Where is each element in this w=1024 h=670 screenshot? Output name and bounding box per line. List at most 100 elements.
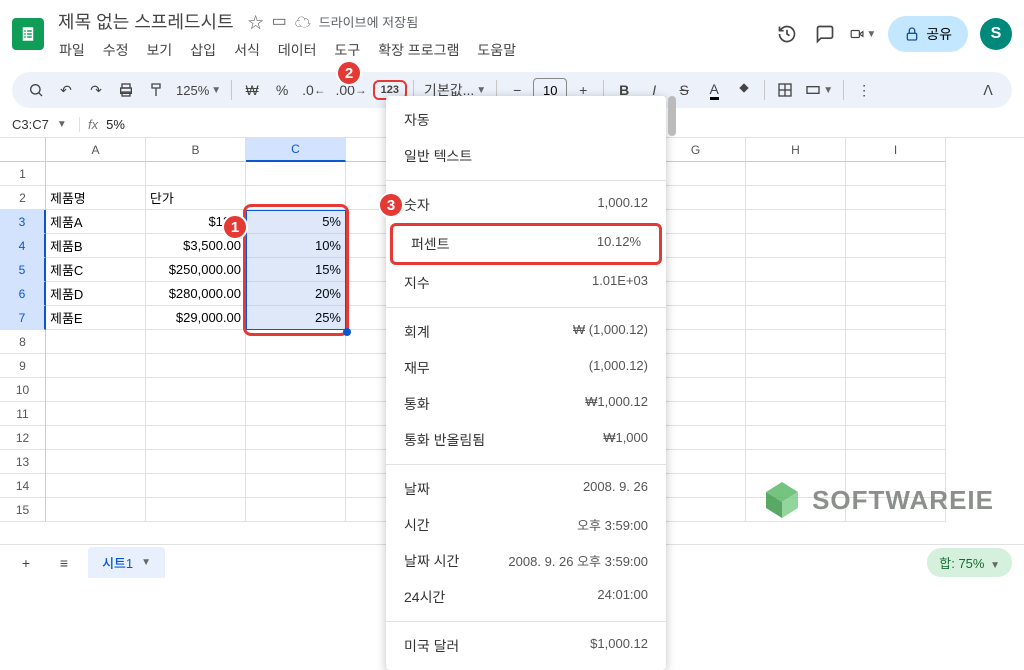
cell-A13[interactable] <box>46 450 146 474</box>
dropdown-scrollbar[interactable] <box>668 96 676 136</box>
cell-I8[interactable] <box>846 330 946 354</box>
col-header-C[interactable]: C <box>246 138 346 162</box>
move-icon[interactable]: ▭ <box>272 11 287 31</box>
decimal-decrease-button[interactable]: .0← <box>298 76 329 104</box>
search-icon[interactable] <box>22 76 50 104</box>
cell-B11[interactable] <box>146 402 246 426</box>
col-header-B[interactable]: B <box>146 138 246 162</box>
cell-B7[interactable]: $29,000.00 <box>146 306 246 330</box>
text-color-button[interactable]: A <box>700 76 728 104</box>
cell-I7[interactable] <box>846 306 946 330</box>
cell-H6[interactable] <box>746 282 846 306</box>
cell-I4[interactable] <box>846 234 946 258</box>
format-scientific[interactable]: 지수1.01E+03 <box>386 265 666 301</box>
cell-B2[interactable]: 단가 <box>146 186 246 210</box>
format-currency-rounded[interactable]: 통화 반올림됨₩1,000 <box>386 422 666 458</box>
cell-I1[interactable] <box>846 162 946 186</box>
meet-icon[interactable]: ▼ <box>850 21 876 47</box>
cell-C3[interactable]: 5% <box>246 210 346 234</box>
cell-C13[interactable] <box>246 450 346 474</box>
cell-H1[interactable] <box>746 162 846 186</box>
format-financial[interactable]: 재무(1,000.12) <box>386 350 666 386</box>
format-duration[interactable]: 24시간24:01:00 <box>386 579 666 615</box>
format-plain-text[interactable]: 일반 텍스트 <box>386 138 666 174</box>
cell-I13[interactable] <box>846 450 946 474</box>
cell-C7[interactable]: 25% <box>246 306 346 330</box>
format-currency[interactable]: 통화₩1,000.12 <box>386 386 666 422</box>
format-auto[interactable]: 자동 <box>386 102 666 138</box>
print-icon[interactable] <box>112 76 140 104</box>
row-header-3[interactable]: 3 <box>0 210 46 234</box>
cell-C1[interactable] <box>246 162 346 186</box>
cell-H11[interactable] <box>746 402 846 426</box>
collapse-toolbar-icon[interactable]: ᐱ <box>974 76 1002 104</box>
cell-B9[interactable] <box>146 354 246 378</box>
cell-H7[interactable] <box>746 306 846 330</box>
zoom-select[interactable]: 125%▼ <box>172 76 225 104</box>
cell-C9[interactable] <box>246 354 346 378</box>
row-header-15[interactable]: 15 <box>0 498 46 522</box>
cell-H8[interactable] <box>746 330 846 354</box>
doc-title[interactable]: 제목 없는 스프레드시트 <box>52 6 240 36</box>
cell-B10[interactable] <box>146 378 246 402</box>
row-header-1[interactable]: 1 <box>0 162 46 186</box>
cell-I2[interactable] <box>846 186 946 210</box>
cell-A12[interactable] <box>46 426 146 450</box>
cell-B15[interactable] <box>146 498 246 522</box>
fx-icon[interactable]: fx <box>88 117 98 132</box>
cell-B8[interactable] <box>146 330 246 354</box>
cell-H5[interactable] <box>746 258 846 282</box>
row-header-14[interactable]: 14 <box>0 474 46 498</box>
star-icon[interactable]: ☆ <box>248 9 264 33</box>
menu-edit[interactable]: 수정 <box>96 38 136 62</box>
share-button[interactable]: 공유 <box>888 16 968 52</box>
format-datetime[interactable]: 날짜 시간2008. 9. 26 오후 3:59:00 <box>386 543 666 579</box>
cell-C11[interactable] <box>246 402 346 426</box>
row-header-6[interactable]: 6 <box>0 282 46 306</box>
menu-view[interactable]: 보기 <box>140 38 180 62</box>
cell-C2[interactable] <box>246 186 346 210</box>
cell-H3[interactable] <box>746 210 846 234</box>
menu-tools[interactable]: 도구 <box>327 38 367 62</box>
cell-H13[interactable] <box>746 450 846 474</box>
row-header-2[interactable]: 2 <box>0 186 46 210</box>
cell-I10[interactable] <box>846 378 946 402</box>
cloud-icon[interactable]: ☁ <box>295 9 311 33</box>
format-accounting[interactable]: 회계₩ (1,000.12) <box>386 314 666 350</box>
cell-A15[interactable] <box>46 498 146 522</box>
cell-C10[interactable] <box>246 378 346 402</box>
cell-A11[interactable] <box>46 402 146 426</box>
cell-B6[interactable]: $280,000.00 <box>146 282 246 306</box>
cell-C5[interactable]: 15% <box>246 258 346 282</box>
row-header-12[interactable]: 12 <box>0 426 46 450</box>
cell-I11[interactable] <box>846 402 946 426</box>
more-icon[interactable]: ⋮ <box>850 76 878 104</box>
cell-A1[interactable] <box>46 162 146 186</box>
cell-A10[interactable] <box>46 378 146 402</box>
row-header-8[interactable]: 8 <box>0 330 46 354</box>
row-header-13[interactable]: 13 <box>0 450 46 474</box>
cell-B1[interactable] <box>146 162 246 186</box>
format-percent[interactable]: 퍼센트10.12% <box>393 226 659 262</box>
formula-input[interactable]: 5% <box>106 117 125 132</box>
merge-button[interactable]: ▼ <box>801 76 837 104</box>
cell-B12[interactable] <box>146 426 246 450</box>
avatar[interactable]: S <box>980 18 1012 50</box>
cell-H2[interactable] <box>746 186 846 210</box>
row-header-5[interactable]: 5 <box>0 258 46 282</box>
cell-C8[interactable] <box>246 330 346 354</box>
menu-extensions[interactable]: 확장 프로그램 <box>371 38 466 62</box>
menu-insert[interactable]: 삽입 <box>183 38 223 62</box>
cell-A2[interactable]: 제품명 <box>46 186 146 210</box>
cell-A4[interactable]: 제품B <box>46 234 146 258</box>
fill-color-button[interactable] <box>730 76 758 104</box>
all-sheets-button[interactable]: ≡ <box>50 549 78 577</box>
format-date[interactable]: 날짜2008. 9. 26 <box>386 471 666 507</box>
menu-help[interactable]: 도움말 <box>470 38 523 62</box>
name-box[interactable]: C3:C7▼ <box>8 117 80 132</box>
format-time[interactable]: 시간오후 3:59:00 <box>386 507 666 543</box>
row-header-10[interactable]: 10 <box>0 378 46 402</box>
cell-A6[interactable]: 제품D <box>46 282 146 306</box>
cell-B13[interactable] <box>146 450 246 474</box>
select-all-corner[interactable] <box>0 138 46 162</box>
